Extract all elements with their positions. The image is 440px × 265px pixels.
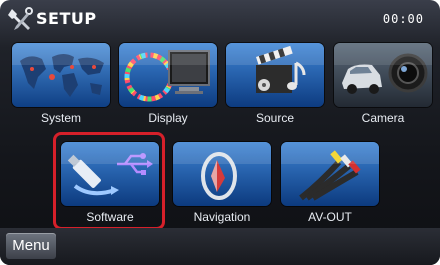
display-thumbnail xyxy=(119,43,217,107)
source-thumbnail xyxy=(226,43,324,107)
selection-highlight xyxy=(53,132,165,230)
av-cable-icon xyxy=(281,142,379,206)
setup-screen: SETUP 00:00 System Display Source Camera… xyxy=(0,0,440,265)
wrench-screwdriver-icon xyxy=(8,7,33,30)
clock-display: 00:00 xyxy=(382,12,424,26)
source-label: Source xyxy=(255,111,295,125)
av-out-tile[interactable]: AV-OUT xyxy=(281,142,379,224)
camera-label: Camera xyxy=(361,111,405,125)
navigation-thumbnail xyxy=(173,142,271,206)
system-label: System xyxy=(40,111,81,125)
menu-button[interactable]: Menu xyxy=(6,233,56,259)
navigation-label: Navigation xyxy=(193,210,251,224)
page-title: SETUP xyxy=(36,9,97,28)
navigation-tile[interactable]: Navigation xyxy=(173,142,271,224)
clapperboard-music-icon xyxy=(226,43,324,107)
display-label: Display xyxy=(148,111,188,125)
display-monitor-icon xyxy=(119,43,217,107)
av-out-thumbnail xyxy=(281,142,379,206)
navigation-compass-icon xyxy=(173,142,271,206)
system-tile[interactable]: System xyxy=(12,43,110,125)
bottom-bar xyxy=(0,228,440,265)
av-out-label: AV-OUT xyxy=(308,210,352,224)
header-bar: SETUP 00:00 xyxy=(0,0,440,38)
camera-thumbnail xyxy=(334,43,432,107)
system-thumbnail xyxy=(12,43,110,107)
display-tile[interactable]: Display xyxy=(119,43,217,125)
camera-tile[interactable]: Camera xyxy=(334,43,432,125)
world-map-icon xyxy=(12,43,110,107)
rear-camera-car-icon xyxy=(334,43,432,107)
source-tile[interactable]: Source xyxy=(226,43,324,125)
